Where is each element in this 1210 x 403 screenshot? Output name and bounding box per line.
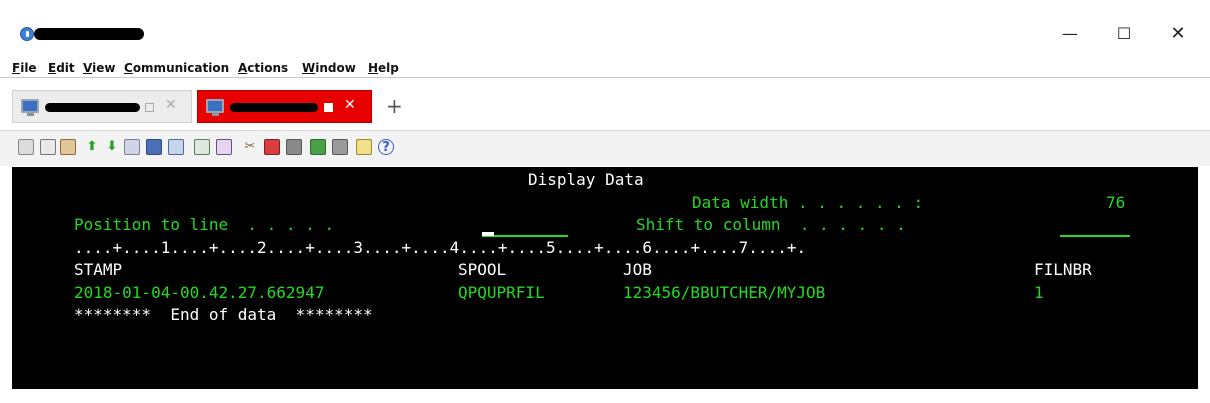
screen-title: Display Data bbox=[528, 170, 644, 189]
display-settings-icon[interactable] bbox=[194, 139, 210, 155]
wrench-icon[interactable]: ✂ bbox=[242, 139, 258, 155]
monitor-icon bbox=[206, 99, 224, 116]
grid-icon[interactable] bbox=[216, 139, 232, 155]
monitor-icon bbox=[21, 99, 39, 116]
title-bar: — ☐ ✕ bbox=[0, 0, 1210, 60]
menu-window-label: indow bbox=[315, 61, 356, 75]
position-to-line-input[interactable] bbox=[482, 235, 568, 237]
menu-actions[interactable]: Actions bbox=[238, 60, 288, 78]
paste-icon[interactable] bbox=[40, 139, 56, 155]
tab-close-icon[interactable]: ✕ bbox=[344, 97, 356, 113]
tab-maximize-icon[interactable] bbox=[324, 103, 333, 112]
receive-file-icon[interactable]: ⬇ bbox=[104, 139, 120, 155]
menu-file[interactable]: File bbox=[12, 60, 37, 78]
column-ruler: ....+....1....+....2....+....3....+....4… bbox=[74, 238, 807, 257]
menu-view-mnemonic: V bbox=[83, 61, 93, 75]
terminal-emulator-window: — ☐ ✕ File Edit View Communication Actio… bbox=[0, 0, 1210, 403]
menu-help-label: elp bbox=[378, 61, 399, 75]
data-width-value: 76 bbox=[1106, 193, 1126, 212]
position-to-line-label: Position to line . . . . . bbox=[74, 215, 335, 234]
redacted-session-name bbox=[45, 103, 140, 112]
menu-bar: File Edit View Communication Actions Win… bbox=[0, 60, 1210, 78]
print-screen-icon[interactable] bbox=[124, 139, 140, 155]
menu-edit-label: dit bbox=[56, 61, 75, 75]
column-header-spool: SPOOL bbox=[458, 260, 507, 279]
menu-file-label: ile bbox=[20, 61, 37, 75]
menu-edit[interactable]: Edit bbox=[48, 60, 75, 78]
menu-file-mnemonic: F bbox=[12, 61, 21, 75]
text-cursor bbox=[482, 232, 494, 236]
shift-to-column-label: Shift to column . . . . . . bbox=[636, 215, 906, 234]
session-tab-strip: ✕ ✕ + bbox=[0, 80, 1210, 130]
tab-maximize-icon[interactable] bbox=[145, 103, 154, 112]
menu-view[interactable]: View bbox=[83, 60, 115, 78]
redacted-window-title bbox=[34, 28, 144, 40]
row-job: 123456/BBUTCHER/MYJOB bbox=[623, 283, 826, 302]
menu-communication[interactable]: Communication bbox=[124, 60, 229, 78]
menu-communication-label: ommunication bbox=[132, 61, 230, 75]
menu-actions-label: ctions bbox=[247, 61, 289, 75]
menu-window-mnemonic: W bbox=[302, 61, 316, 75]
maximize-button[interactable]: ☐ bbox=[1104, 22, 1144, 46]
notes-icon[interactable] bbox=[356, 139, 372, 155]
close-button[interactable]: ✕ bbox=[1158, 22, 1198, 46]
help-icon[interactable]: ? bbox=[378, 139, 394, 155]
menu-edit-mnemonic: E bbox=[48, 61, 57, 75]
column-header-filnbr: FILNBR bbox=[1034, 260, 1092, 279]
keypad-icon[interactable] bbox=[168, 139, 184, 155]
column-header-stamp: STAMP bbox=[74, 260, 123, 279]
session-tab-1[interactable]: ✕ bbox=[12, 90, 192, 123]
menu-view-label: iew bbox=[92, 61, 116, 75]
end-of-data-marker: ******** End of data ******** bbox=[74, 305, 373, 324]
toolbar: ⬆ ⬇ ✂ ? bbox=[0, 130, 1210, 166]
redacted-session-name bbox=[230, 103, 318, 112]
menu-window[interactable]: Window bbox=[302, 60, 356, 78]
session-tab-2-active[interactable]: ✕ bbox=[197, 90, 372, 123]
play-macro-icon[interactable] bbox=[310, 139, 326, 155]
app-icon bbox=[20, 27, 34, 41]
macro-icon[interactable] bbox=[146, 139, 162, 155]
column-header-job: JOB bbox=[623, 260, 652, 279]
pause-macro-icon[interactable] bbox=[332, 139, 348, 155]
minimize-button[interactable]: — bbox=[1050, 22, 1090, 46]
menu-communication-mnemonic: C bbox=[124, 61, 133, 75]
clipboard-icon[interactable] bbox=[60, 139, 76, 155]
menu-actions-mnemonic: A bbox=[238, 61, 248, 75]
menu-help[interactable]: Help bbox=[368, 60, 399, 78]
record-macro-icon[interactable] bbox=[264, 139, 280, 155]
row-spool: QPQUPRFIL bbox=[458, 283, 545, 302]
menu-help-mnemonic: H bbox=[368, 61, 379, 75]
stop-macro-icon[interactable] bbox=[286, 139, 302, 155]
send-file-icon[interactable]: ⬆ bbox=[84, 139, 100, 155]
row-stamp: 2018-01-04-00.42.27.662947 bbox=[74, 283, 325, 302]
shift-to-column-input[interactable] bbox=[1060, 235, 1130, 237]
row-filnbr: 1 bbox=[1034, 283, 1044, 302]
tab-close-icon[interactable]: ✕ bbox=[165, 97, 177, 113]
new-tab-button[interactable]: + bbox=[386, 94, 403, 118]
copy-icon[interactable] bbox=[18, 139, 34, 155]
terminal-screen[interactable]: Display Data Data width . . . . . . : 76… bbox=[12, 167, 1198, 389]
data-width-label: Data width . . . . . . : bbox=[692, 193, 924, 212]
